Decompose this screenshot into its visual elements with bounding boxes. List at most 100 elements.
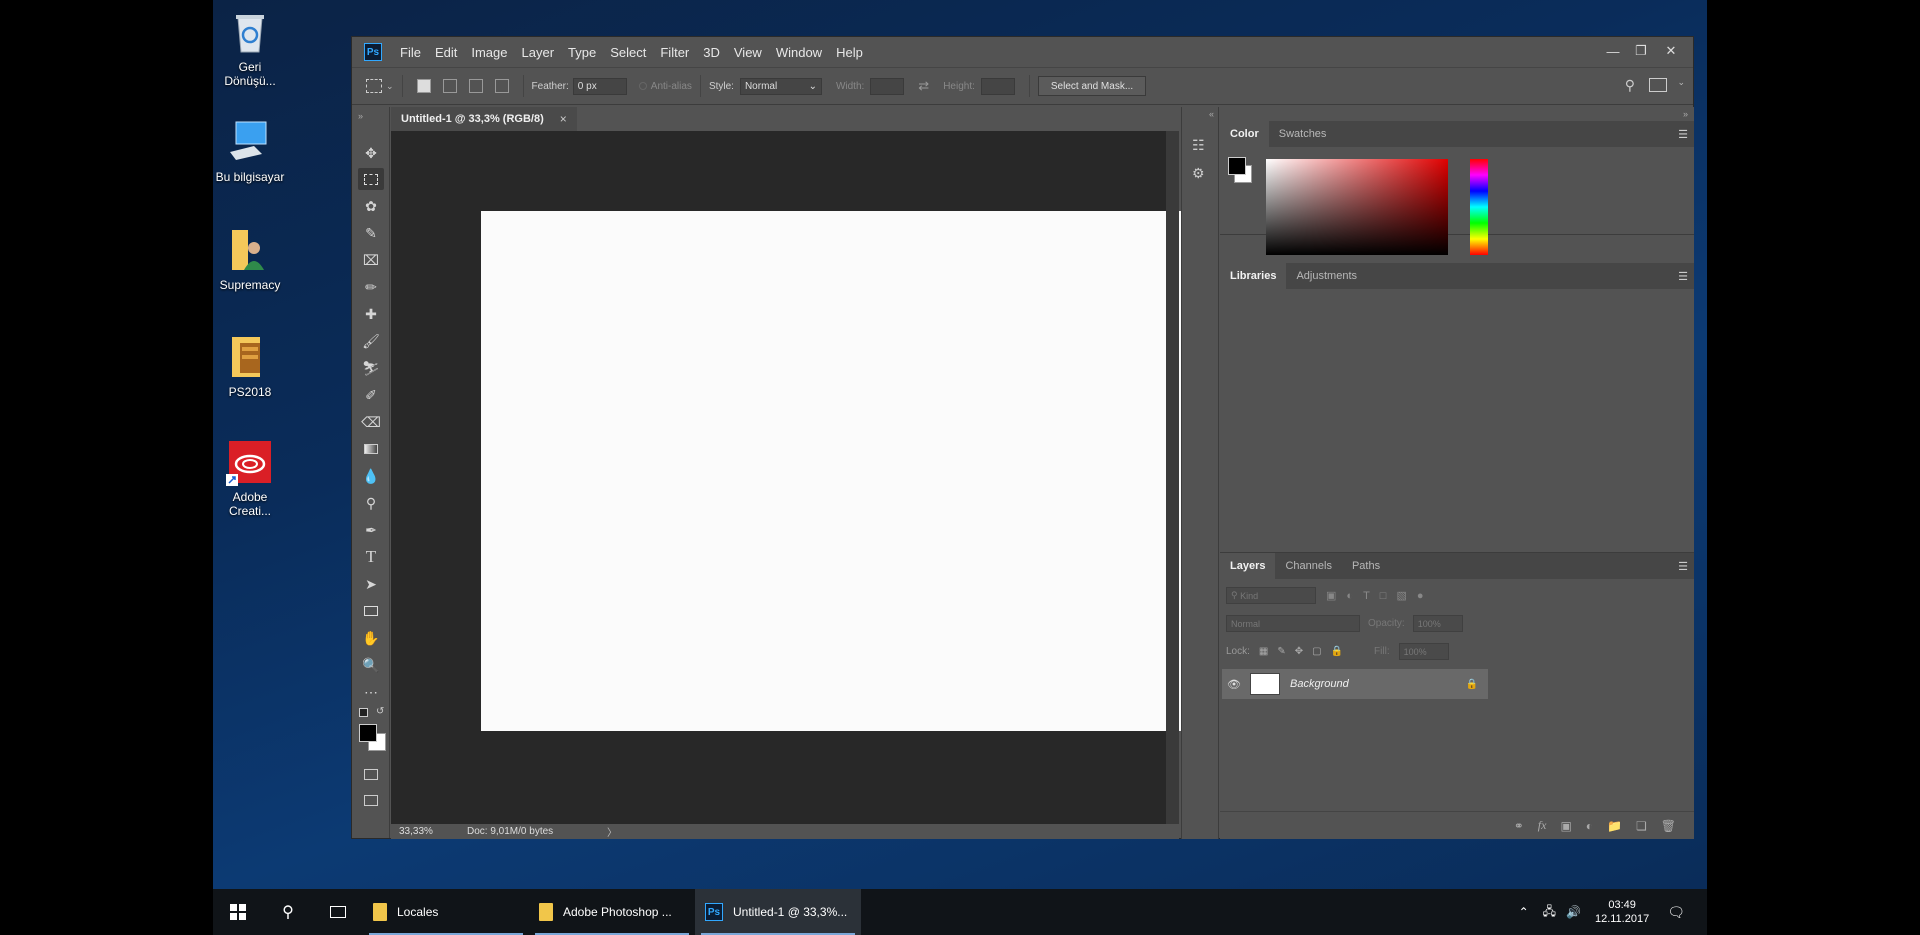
eraser-tool-icon[interactable]: ⌫	[358, 411, 384, 433]
anti-alias-checkbox[interactable]	[638, 82, 647, 90]
tab-adjustments[interactable]: Adjustments	[1286, 263, 1367, 289]
tab-swatches[interactable]: Swatches	[1269, 121, 1337, 147]
document-canvas[interactable]	[481, 211, 1208, 731]
type-tool-icon[interactable]: T	[358, 546, 384, 568]
workspace-icon[interactable]	[1649, 78, 1667, 92]
eye-icon[interactable]: 👁	[1222, 678, 1246, 691]
color-picker-field[interactable]	[1266, 159, 1448, 255]
restore-button[interactable]: ❐	[1627, 41, 1655, 61]
collapse-icon[interactable]: «	[1209, 109, 1214, 119]
intersect-selection-icon[interactable]	[494, 79, 509, 93]
menu-help[interactable]: Help	[836, 45, 863, 60]
filter-adjustment-icon[interactable]: ◐	[1346, 590, 1353, 602]
filter-toggle-icon[interactable]: ●	[1417, 590, 1424, 602]
layer-row-background[interactable]: 👁 Background 🔒	[1222, 669, 1488, 699]
new-group-icon[interactable]: 📁	[1607, 819, 1622, 833]
taskbar-app-photoshop-folder[interactable]: Adobe Photoshop ...	[529, 889, 695, 935]
lasso-tool-icon[interactable]: ✿	[358, 195, 384, 217]
healing-brush-tool-icon[interactable]: ✚	[358, 303, 384, 325]
quick-mask-icon[interactable]	[358, 763, 384, 785]
delete-layer-icon[interactable]: 🗑	[1661, 819, 1676, 833]
quick-selection-tool-icon[interactable]: ✎	[358, 222, 384, 244]
gradient-tool-icon[interactable]	[358, 438, 384, 460]
minimize-button[interactable]: —	[1599, 41, 1627, 61]
collapse-icon[interactable]: »	[358, 111, 363, 121]
chevron-down-icon[interactable]: ⌄	[1677, 77, 1685, 88]
taskbar-app-locales[interactable]: Locales	[363, 889, 529, 935]
menu-layer[interactable]: Layer	[522, 45, 555, 60]
document-tab[interactable]: Untitled-1 @ 33,3% (RGB/8) ×	[391, 107, 577, 131]
clock[interactable]: 03:49 12.11.2017	[1595, 898, 1649, 926]
chevron-up-icon[interactable]: ⌃	[1519, 905, 1529, 919]
volume-icon[interactable]: 🔊	[1566, 905, 1581, 919]
opacity-input[interactable]: 100%	[1412, 615, 1463, 632]
panel-menu-icon[interactable]: ☰	[1678, 560, 1688, 573]
swap-colors-icon[interactable]: ↺	[376, 706, 384, 717]
new-layer-icon[interactable]: ❏	[1636, 819, 1647, 833]
swap-icon[interactable]: ⇄	[918, 78, 929, 94]
marquee-tool-icon[interactable]	[358, 168, 384, 190]
vertical-scrollbar[interactable]	[1166, 131, 1179, 824]
chevron-right-icon[interactable]: 〉	[607, 824, 617, 839]
zoom-level[interactable]: 33,33%	[399, 826, 455, 837]
lock-transparent-icon[interactable]: ▦	[1259, 646, 1268, 657]
menu-filter[interactable]: Filter	[660, 45, 689, 60]
layer-name[interactable]: Background	[1290, 678, 1349, 690]
close-button[interactable]: ✕	[1657, 41, 1685, 61]
menu-select[interactable]: Select	[610, 45, 646, 60]
lock-artboard-icon[interactable]: ▢	[1312, 646, 1321, 657]
desktop-icon-creative-cloud[interactable]: Adobe Creati...	[213, 438, 287, 518]
panel-menu-icon[interactable]: ☰	[1678, 128, 1688, 141]
lock-position-icon[interactable]: ✥	[1295, 646, 1303, 657]
menu-file[interactable]: File	[400, 45, 421, 60]
screen-mode-icon[interactable]	[358, 789, 384, 811]
blend-mode-select[interactable]: Normal	[1226, 615, 1360, 632]
search-icon[interactable]: ⚲	[263, 889, 313, 935]
clone-stamp-tool-icon[interactable]: ⛷	[358, 357, 384, 379]
adjustment-layer-icon[interactable]: ◐	[1586, 819, 1593, 833]
tab-color[interactable]: Color	[1220, 121, 1269, 147]
fill-input[interactable]: 100%	[1398, 643, 1449, 660]
filter-smart-object-icon[interactable]: ▧	[1396, 589, 1406, 602]
layer-style-icon[interactable]: fx	[1538, 818, 1547, 833]
panel-menu-icon[interactable]: ☰	[1678, 270, 1688, 283]
task-view-icon[interactable]	[313, 889, 363, 935]
lock-pixels-icon[interactable]: ✎	[1277, 646, 1285, 657]
more-tools-icon[interactable]: ⋯	[358, 681, 384, 703]
properties-panel-icon[interactable]: ⚙	[1192, 165, 1210, 183]
tab-channels[interactable]: Channels	[1275, 553, 1341, 579]
select-and-mask-button[interactable]: Select and Mask...	[1037, 76, 1147, 96]
history-panel-icon[interactable]: ☷	[1192, 137, 1210, 155]
marquee-tool-preset-icon[interactable]	[366, 79, 382, 93]
menu-image[interactable]: Image	[471, 45, 507, 60]
path-selection-tool-icon[interactable]: ➤	[358, 573, 384, 595]
rectangle-tool-icon[interactable]	[358, 600, 384, 622]
foreground-color-swatch[interactable]	[359, 724, 377, 742]
zoom-tool-icon[interactable]: 🔍	[358, 654, 384, 676]
subtract-selection-icon[interactable]	[468, 79, 483, 93]
network-icon[interactable]: 🖧	[1543, 902, 1556, 923]
filter-type-icon[interactable]: T	[1363, 590, 1370, 602]
history-brush-tool-icon[interactable]: ✐	[358, 384, 384, 406]
filter-pixel-icon[interactable]: ▣	[1326, 589, 1336, 602]
menu-edit[interactable]: Edit	[435, 45, 457, 60]
crop-tool-icon[interactable]: ⌧	[358, 249, 384, 271]
filter-shape-icon[interactable]: □	[1380, 590, 1387, 602]
tab-paths[interactable]: Paths	[1342, 553, 1390, 579]
desktop-icon-recycle-bin[interactable]: Geri Dönüşü...	[213, 8, 287, 88]
pasteboard[interactable]	[391, 131, 1208, 824]
pen-tool-icon[interactable]: ✒	[358, 519, 384, 541]
menu-3d[interactable]: 3D	[703, 45, 720, 60]
width-input[interactable]	[870, 77, 905, 95]
move-tool-icon[interactable]: ✥	[358, 142, 384, 164]
desktop-icon-supremacy[interactable]: Supremacy	[213, 226, 287, 292]
add-mask-icon[interactable]: ▣	[1560, 819, 1571, 833]
photoshop-logo[interactable]: Ps	[364, 43, 382, 61]
feather-input[interactable]: 0 px	[572, 77, 627, 95]
collapse-icon[interactable]: »	[1683, 109, 1688, 119]
height-input[interactable]	[980, 77, 1015, 95]
hue-slider[interactable]	[1470, 159, 1488, 255]
color-foreground-swatch[interactable]	[1228, 157, 1246, 175]
default-colors-icon[interactable]	[359, 708, 368, 717]
layer-filter-select[interactable]: ⚲ Kind	[1226, 587, 1316, 604]
